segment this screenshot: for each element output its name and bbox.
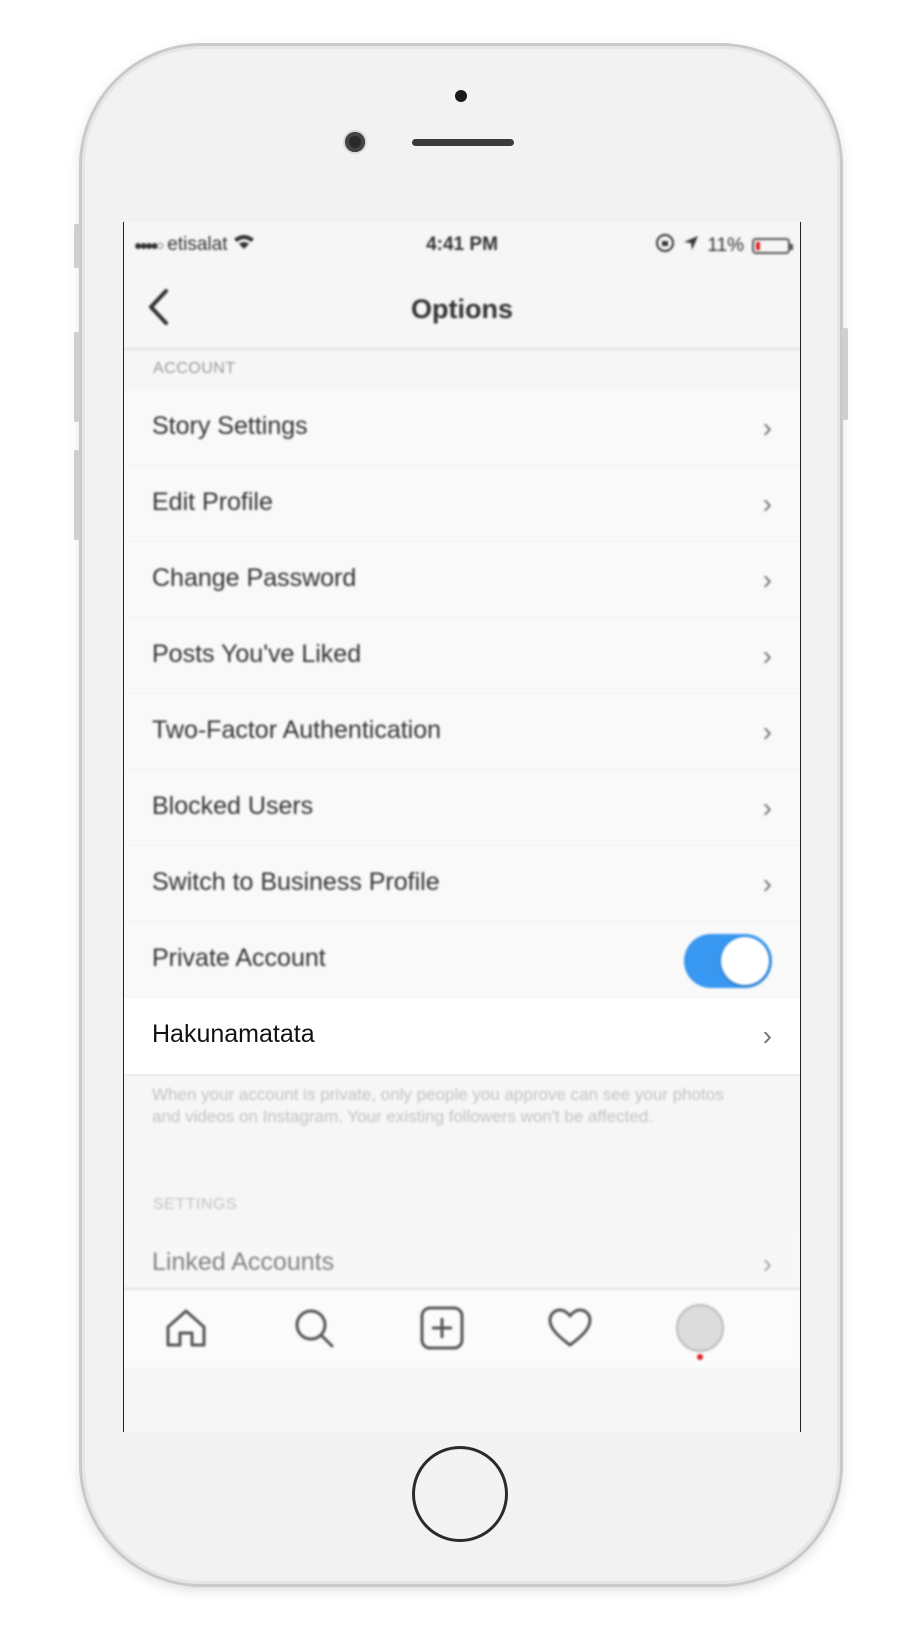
menu-item-label: Change Password — [152, 564, 357, 592]
chevron-right-icon: › — [762, 1248, 772, 1279]
earpiece-speaker — [412, 139, 514, 146]
private-account-row: Private Account — [124, 922, 800, 1000]
chevron-right-icon: › — [762, 564, 772, 595]
section-header-account: ACCOUNT — [153, 360, 236, 377]
proximity-sensor — [455, 90, 467, 102]
chevron-right-icon: › — [762, 640, 772, 671]
mute-switch — [74, 224, 80, 268]
menu-item-hakunamatata[interactable]: Hakunamatata › — [124, 998, 800, 1076]
search-icon[interactable] — [288, 1302, 340, 1354]
volume-down-button — [74, 450, 80, 540]
menu-item-label: Edit Profile — [152, 488, 273, 516]
chevron-right-icon: › — [762, 792, 772, 823]
chevron-right-icon: › — [762, 412, 772, 443]
power-button — [842, 328, 848, 420]
menu-item-label: Switch to Business Profile — [152, 868, 440, 896]
chevron-right-icon: › — [762, 488, 772, 519]
menu-item-two-factor-auth[interactable]: Two-Factor Authentication › — [124, 694, 800, 772]
menu-item-story-settings[interactable]: Story Settings › — [124, 390, 800, 468]
navigation-bar: Options — [124, 266, 800, 350]
menu-item-edit-profile[interactable]: Edit Profile › — [124, 466, 800, 544]
home-button[interactable] — [412, 1446, 508, 1542]
menu-item-label: Blocked Users — [152, 792, 314, 820]
menu-item-blocked-users[interactable]: Blocked Users › — [124, 770, 800, 848]
menu-item-posts-liked[interactable]: Posts You've Liked › — [124, 618, 800, 696]
profile-avatar[interactable] — [674, 1302, 726, 1360]
chevron-right-icon: › — [762, 868, 772, 899]
menu-item-switch-business[interactable]: Switch to Business Profile › — [124, 846, 800, 924]
menu-item-label: Posts You've Liked — [152, 640, 362, 668]
private-account-label: Private Account — [152, 944, 326, 972]
toggle-knob — [721, 937, 769, 985]
private-account-toggle[interactable] — [684, 934, 772, 988]
chevron-right-icon: › — [762, 716, 772, 747]
tab-bar — [124, 1288, 800, 1368]
chevron-right-icon: › — [762, 1020, 772, 1051]
orientation-lock-icon — [655, 233, 675, 259]
menu-item-label: Hakunamatata — [152, 1020, 315, 1048]
private-account-note: When your account is private, only peopl… — [152, 1085, 724, 1126]
status-bar: ●●●●○ etisalat 4:41 PM 11% — [124, 222, 800, 266]
avatar — [676, 1304, 724, 1360]
section-header-settings: SETTINGS — [153, 1196, 238, 1213]
menu-item-change-password[interactable]: Change Password › — [124, 542, 800, 620]
page-title: Options — [411, 294, 513, 324]
location-arrow-icon — [683, 235, 699, 257]
home-icon[interactable] — [160, 1302, 212, 1354]
menu-item-label: Linked Accounts — [152, 1248, 335, 1276]
activity-heart-icon[interactable] — [544, 1302, 596, 1354]
add-post-icon[interactable] — [416, 1302, 468, 1354]
battery-icon — [752, 238, 793, 254]
menu-item-label: Two-Factor Authentication — [152, 716, 442, 744]
screen: ●●●●○ etisalat 4:41 PM 11% Options ACCOU… — [123, 222, 801, 1432]
menu-item-label: Story Settings — [152, 412, 308, 440]
volume-up-button — [74, 332, 80, 422]
battery-percent: 11% — [707, 235, 744, 256]
front-camera-icon — [345, 132, 365, 152]
